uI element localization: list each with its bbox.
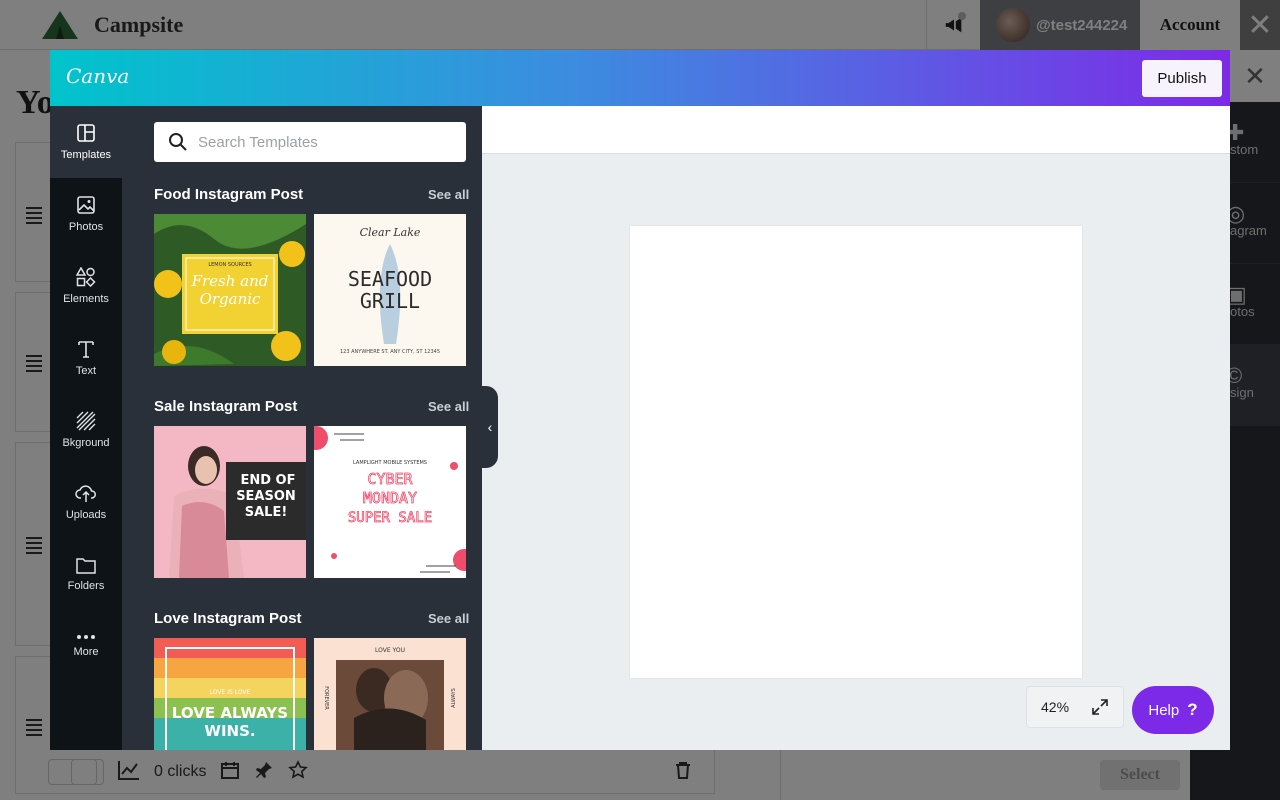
see-all-love-link[interactable]: See all xyxy=(428,611,469,626)
section-title-sale: Sale Instagram Post xyxy=(154,398,298,415)
rail-item-uploads[interactable]: Uploads xyxy=(50,466,122,538)
rail-item-folders[interactable]: Folders xyxy=(50,538,122,610)
zoom-level: 42% xyxy=(1041,699,1070,715)
zoom-control[interactable]: 42% xyxy=(1026,686,1124,728)
templates-icon xyxy=(77,124,95,142)
canvas-toolbar xyxy=(482,106,1230,154)
fullscreen-icon[interactable] xyxy=(1091,698,1109,716)
template-text: LAMPLIGHT MOBILE SYSTEMS xyxy=(353,460,427,466)
rail-item-background[interactable]: Bkground xyxy=(50,394,122,466)
search-icon xyxy=(169,133,187,151)
template-text: MONDAY xyxy=(363,489,417,507)
template-text: SEASON xyxy=(236,489,296,504)
template-text: Organic xyxy=(200,290,261,308)
template-text: FOREVER xyxy=(323,686,329,710)
template-text: 123 ANYWHERE ST. ANY CITY, ST 12345 xyxy=(340,349,440,355)
rail-item-elements[interactable]: Elements xyxy=(50,250,122,322)
folders-icon xyxy=(76,558,96,574)
background-icon xyxy=(76,411,96,431)
rail-item-templates[interactable]: Templates xyxy=(50,106,122,178)
template-text: GRILL xyxy=(360,289,420,313)
publish-button[interactable]: Publish xyxy=(1142,60,1222,97)
help-button[interactable]: Help ? xyxy=(1132,686,1214,734)
template-fresh-organic[interactable]: LEMON SOURCES Fresh and Organic xyxy=(154,214,306,366)
template-text: ALWAYS xyxy=(451,688,457,708)
design-canvas-area: 42% Help ? xyxy=(482,106,1230,750)
templates-panel: Food Instagram Post See all LEMON SOURCE… xyxy=(122,106,482,750)
rail-item-text[interactable]: Text xyxy=(50,322,122,394)
section-title-love: Love Instagram Post xyxy=(154,610,302,627)
template-text: END OF xyxy=(240,473,295,488)
template-cyber-monday[interactable]: LAMPLIGHT MOBILE SYSTEMS CYBER MONDAY SU… xyxy=(314,426,466,578)
template-text: LOVE YOU xyxy=(375,647,405,654)
canva-logo: Canva xyxy=(66,64,130,88)
more-icon xyxy=(77,635,95,639)
section-title-food: Food Instagram Post xyxy=(154,186,304,203)
elements-icon xyxy=(76,267,96,287)
template-text: Fresh and xyxy=(191,272,269,290)
rail-item-photos[interactable]: Photos xyxy=(50,178,122,250)
photos-icon xyxy=(77,196,95,214)
text-icon xyxy=(78,341,94,358)
uploads-icon xyxy=(75,485,96,502)
canva-editor-modal: Canva Publish Templates Photos Elements … xyxy=(50,50,1230,750)
template-love-always-wins[interactable]: LOVE IS LOVE LOVE ALWAYS WINS. xyxy=(154,638,306,750)
template-text: SEAFOOD xyxy=(348,267,432,291)
template-love-you[interactable]: LOVE YOU FOREVER ALWAYS xyxy=(314,638,466,750)
template-end-of-season[interactable]: END OF SEASON SALE! xyxy=(154,426,306,578)
template-text: SUPER SALE xyxy=(348,510,432,526)
template-text: LOVE IS LOVE xyxy=(210,689,251,696)
see-all-food-link[interactable]: See all xyxy=(428,187,469,202)
template-text: Clear Lake xyxy=(360,226,421,239)
help-icon: ? xyxy=(1187,700,1198,719)
modal-close-icon[interactable]: ✕ xyxy=(1230,50,1280,102)
template-text: LEMON SOURCES xyxy=(208,262,251,268)
canva-header: Canva Publish xyxy=(50,50,1230,106)
search-box[interactable] xyxy=(154,122,466,162)
collapse-panel-button[interactable]: ‹ xyxy=(482,386,498,468)
chevron-left-icon: ‹ xyxy=(487,419,493,435)
see-all-sale-link[interactable]: See all xyxy=(428,399,469,414)
design-page[interactable] xyxy=(630,226,1082,678)
template-text: WINS. xyxy=(204,722,255,740)
search-input[interactable] xyxy=(198,133,448,151)
template-text: SALE! xyxy=(245,505,288,520)
rail-item-more[interactable]: More xyxy=(50,610,122,682)
canva-side-rail: Templates Photos Elements Text Bkground … xyxy=(50,106,122,750)
template-text: CYBER xyxy=(367,470,413,488)
template-text: LOVE ALWAYS xyxy=(172,704,288,722)
template-seafood-grill[interactable]: Clear Lake SEAFOOD GRILL 123 ANYWHERE ST… xyxy=(314,214,466,366)
